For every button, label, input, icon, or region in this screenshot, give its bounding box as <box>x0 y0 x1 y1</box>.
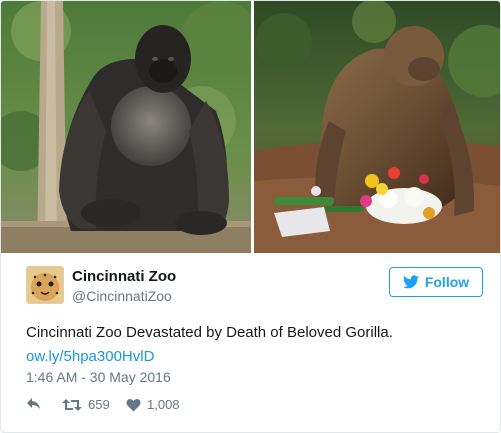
tweet-text: Cincinnati Zoo Devastated by Death of Be… <box>26 321 486 369</box>
tweet-media[interactable] <box>1 1 500 253</box>
author-names: Cincinnati Zoo @CincinnatiZoo <box>72 268 176 304</box>
tweet-body: Cincinnati Zoo Devastated by Death of Be… <box>26 324 393 341</box>
gorilla-photo[interactable] <box>1 1 251 253</box>
tweet-link[interactable]: ow.ly/5hpa300HvlD <box>26 345 486 369</box>
retweet-count: 659 <box>88 397 110 412</box>
tweet-card: Cincinnati Zoo @CincinnatiZoo Follow Cin… <box>0 0 501 433</box>
retweet-icon <box>62 398 82 411</box>
gorilla-statue-photo[interactable] <box>254 1 500 253</box>
avatar[interactable] <box>26 266 64 304</box>
like-count: 1,008 <box>147 397 180 412</box>
tweet-timestamp[interactable]: 1:46 AM - 30 May 2016 <box>26 369 171 385</box>
display-name[interactable]: Cincinnati Zoo <box>72 268 176 285</box>
reply-button[interactable] <box>26 397 42 411</box>
like-button[interactable]: 1,008 <box>126 397 180 412</box>
retweet-button[interactable]: 659 <box>62 397 110 412</box>
heart-icon <box>126 398 141 411</box>
handle[interactable]: @CincinnatiZoo <box>72 288 176 304</box>
follow-button[interactable]: Follow <box>389 267 483 297</box>
twitter-bird-icon <box>402 275 419 289</box>
reply-icon <box>27 398 40 409</box>
follow-label: Follow <box>424 274 470 290</box>
